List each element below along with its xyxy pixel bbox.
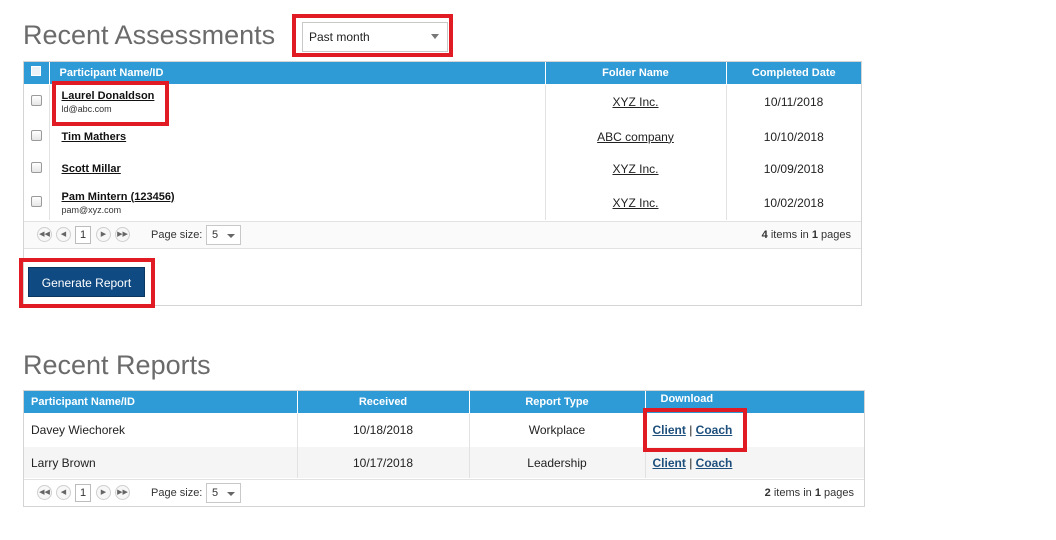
participant-email: ld@abc.com [61,104,112,115]
assessments-pager: ◀◀ ◀ 1 ▶ ▶▶ Page size: 5 4 items in 1 pa… [24,221,861,249]
participant-name-link[interactable]: Scott Millar [62,163,545,175]
pager-info: 2 items in 1 pages [764,487,854,499]
table-row: Pam Mintern (123456) pam@xyz.com XYZ Inc… [24,185,861,220]
assessments-table: Participant Name/ID Folder Name Complete… [24,62,861,220]
report-participant: Larry Brown [24,447,298,478]
row-checkbox[interactable] [30,95,42,107]
first-page-icon[interactable]: ◀◀ [37,227,52,242]
chevron-down-icon [431,34,439,39]
generate-report-button[interactable]: Generate Report [28,267,145,297]
coach-download-link[interactable]: Coach [696,456,733,470]
col-report-type[interactable]: Report Type [469,391,646,414]
row-checkbox[interactable] [30,129,42,141]
chevron-down-icon [227,492,235,496]
participant-name-link[interactable]: Tim Mathers [62,131,545,143]
table-row: Scott Millar XYZ Inc. 10/09/2018 [24,153,861,185]
participant-name-link[interactable]: Laurel Donaldson [62,90,545,102]
col-completed-date[interactable]: Completed Date [726,62,861,85]
table-row: Tim Mathers ABC company 10/10/2018 [24,120,861,153]
completed-date: 10/09/2018 [763,162,824,176]
report-participant: Davey Wiechorek [24,413,298,447]
completed-date: 10/11/2018 [764,95,824,110]
col-folder[interactable]: Folder Name [545,62,727,85]
col-received[interactable]: Received [297,391,470,414]
reports-header-row: Participant Name/ID Received Report Type… [24,391,864,414]
next-page-icon[interactable]: ▶ [96,227,111,242]
completed-date: 10/10/2018 [763,129,824,144]
page-size-value: 5 [212,487,219,499]
page-size-label: Page size: [151,229,203,241]
page-size-select[interactable]: 5 [206,225,241,245]
participant-name-link[interactable]: Pam Mintern (123456) [62,191,545,203]
table-row: Laurel Donaldson ld@abc.com XYZ Inc. 10/… [24,84,861,120]
page-size-value: 5 [212,229,219,241]
first-page-icon[interactable]: ◀◀ [37,485,52,500]
current-page[interactable]: 1 [75,484,91,502]
last-page-icon[interactable]: ▶▶ [115,227,130,242]
folder-link[interactable]: ABC company [597,130,674,144]
col-participant[interactable]: Participant Name/ID [24,391,298,414]
report-received: 10/17/2018 [297,447,470,478]
assessments-header-row: Participant Name/ID Folder Name Complete… [24,62,861,85]
table-row: Larry Brown 10/17/2018 Leadership Client… [24,447,864,478]
assessments-title: Recent Assessments [23,20,276,50]
prev-page-icon[interactable]: ◀ [56,485,71,500]
select-all-cell[interactable] [24,62,50,85]
row-checkbox[interactable] [30,195,42,207]
prev-page-icon[interactable]: ◀ [56,227,71,242]
pager-info: 4 items in 1 pages [761,229,851,241]
next-page-icon[interactable]: ▶ [96,485,111,500]
coach-download-link[interactable]: Coach [696,423,733,437]
chevron-down-icon [227,234,235,238]
participant-email: pam@xyz.com [61,204,122,215]
col-download: Download [645,391,864,414]
folder-link[interactable]: XYZ Inc. [612,162,658,176]
client-download-link[interactable]: Client [653,423,686,437]
reports-pager: ◀◀ ◀ 1 ▶ ▶▶ Page size: 5 2 items in 1 pa… [24,479,864,507]
reports-table: Participant Name/ID Received Report Type… [24,391,864,478]
report-type: Workplace [469,413,646,447]
col-participant[interactable]: Participant Name/ID [49,62,546,85]
page-size-label: Page size: [151,487,203,499]
last-page-icon[interactable]: ▶▶ [115,485,130,500]
period-filter-value: Past month [309,30,370,44]
folder-link[interactable]: XYZ Inc. [612,196,658,210]
page-size-select[interactable]: 5 [206,483,241,503]
table-row: Davey Wiechorek 10/18/2018 Workplace Cli… [24,413,864,447]
client-download-link[interactable]: Client [653,456,686,470]
completed-date: 10/02/2018 [763,195,824,210]
period-filter-select[interactable]: Past month [302,22,448,52]
row-checkbox[interactable] [30,162,42,173]
current-page[interactable]: 1 [75,226,91,244]
select-all-checkbox[interactable] [31,66,42,77]
report-received: 10/18/2018 [297,413,470,447]
reports-title: Recent Reports [23,350,211,380]
report-type: Leadership [469,447,646,478]
folder-link[interactable]: XYZ Inc. [612,95,658,109]
